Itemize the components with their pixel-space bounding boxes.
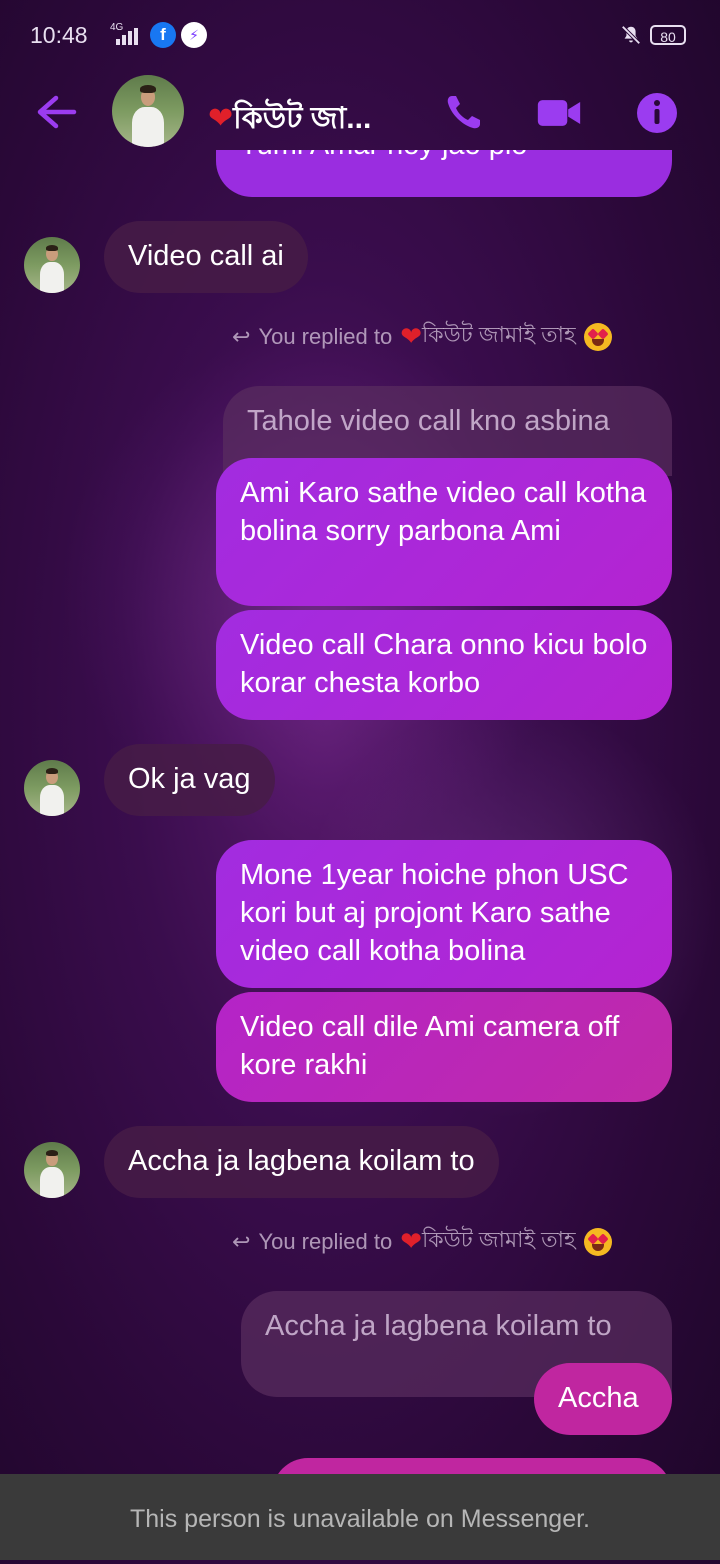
message-bubble-incoming[interactable]: Video call ai xyxy=(104,221,308,293)
facebook-notification-icon: f xyxy=(150,22,176,48)
message-bubble-outgoing[interactable]: Ami Karo sathe video call kotha bolina s… xyxy=(216,458,672,606)
reply-arrow-icon: ↩ xyxy=(232,1228,251,1254)
reply-indicator: ↩ You replied to ❤ কিউট জামাই তাহ xyxy=(232,318,612,355)
signal-icon xyxy=(116,28,138,45)
reply-indicator: ↩ You replied to ❤ কিউট জামাই তাহ xyxy=(232,1223,612,1260)
battery-indicator: 80 xyxy=(650,25,686,45)
message-bubble-outgoing[interactable]: Video call dile Ami camera off kore rakh… xyxy=(216,992,672,1102)
message-bubble-outgoing[interactable]: Video call Chara onno kicu bolo korar ch… xyxy=(216,610,672,720)
message-bubble-outgoing[interactable]: Accha xyxy=(534,1363,672,1435)
bell-muted-icon xyxy=(621,25,641,45)
status-time: 10:48 xyxy=(30,22,88,48)
message-bubble-incoming[interactable]: Ok ja vag xyxy=(104,744,275,816)
reply-arrow-icon: ↩ xyxy=(232,323,251,349)
message-bubble-outgoing[interactable]: Mone 1year hoiche phon USC kori but aj p… xyxy=(216,840,672,988)
sender-avatar[interactable] xyxy=(24,760,80,816)
heart-eyes-emoji-icon xyxy=(583,322,612,351)
heart-eyes-emoji-icon xyxy=(583,1227,612,1256)
sender-avatar[interactable] xyxy=(24,1142,80,1198)
status-bar: 10:48 4G f ⚡ 80 xyxy=(0,0,720,72)
heart-icon: ❤ xyxy=(400,321,422,351)
messenger-notification-icon: ⚡ xyxy=(181,22,207,48)
heart-icon: ❤ xyxy=(400,1226,422,1256)
message-bubble-incoming[interactable]: Accha ja lagbena koilam to xyxy=(104,1126,499,1198)
unavailable-notice: This person is unavailable on Messenger. xyxy=(0,1474,720,1560)
sender-avatar[interactable] xyxy=(24,237,80,293)
header-spacer xyxy=(0,72,720,168)
